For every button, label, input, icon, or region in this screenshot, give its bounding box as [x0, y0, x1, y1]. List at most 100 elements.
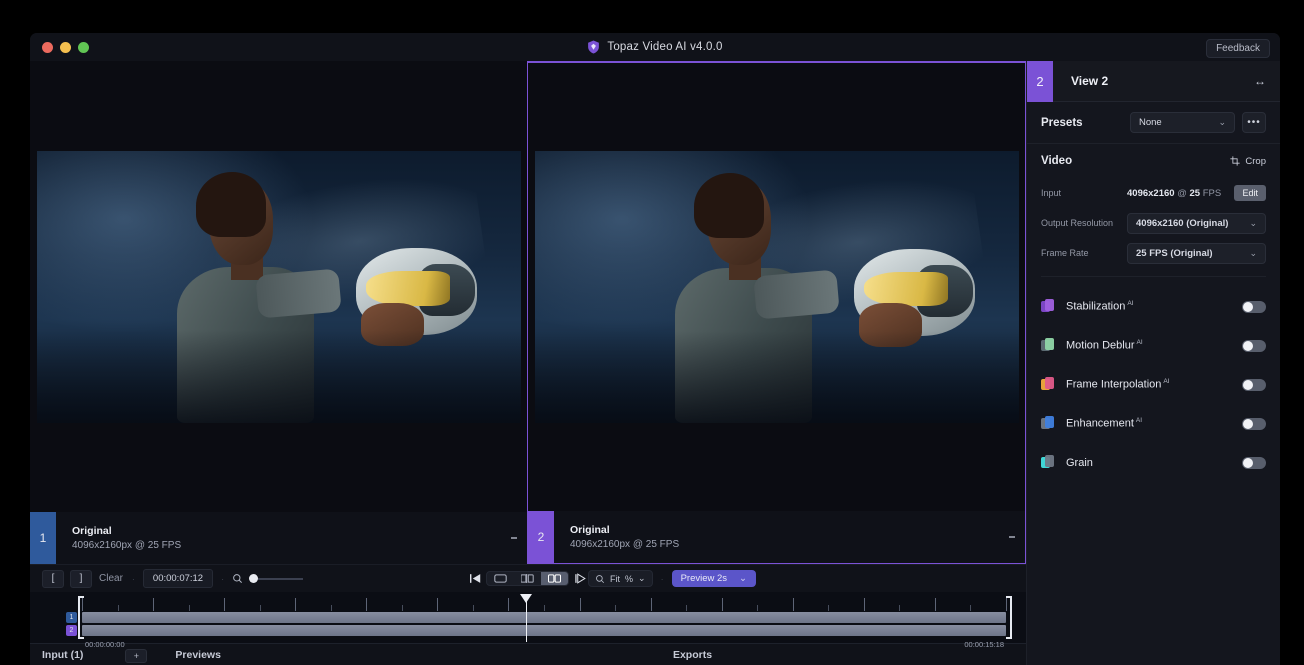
frame-rate-row: Frame Rate 25 FPS (Original) ⌄	[1041, 238, 1266, 268]
input-at: @	[1177, 187, 1187, 199]
set-in-point-button[interactable]: [	[42, 569, 64, 588]
output-resolution-select[interactable]: 4096x2160 (Original) ⌄	[1127, 212, 1266, 234]
window-title: Topaz Video AI v4.0.0	[607, 41, 723, 53]
edit-input-button[interactable]: Edit	[1234, 185, 1266, 201]
ruler-tick	[650, 598, 652, 611]
skip-to-start-icon[interactable]	[469, 573, 482, 584]
feedback-button[interactable]: Feedback	[1206, 39, 1270, 58]
preview-label: Preview 2s	[680, 573, 728, 584]
output-resolution-value: 4096x2160 (Original)	[1136, 217, 1229, 229]
input-resolution: 4096x2160	[1127, 187, 1175, 199]
tab-exports[interactable]: Exports	[673, 649, 712, 661]
filter-row-stabilization[interactable]: Stabilization AI	[1041, 287, 1266, 326]
video-frame-1	[36, 150, 521, 423]
title-center: Topaz Video AI v4.0.0	[30, 33, 1280, 61]
sidebar-view-title: View 2	[1071, 74, 1109, 88]
more-options-icon[interactable]: •••	[1242, 112, 1266, 133]
viewer-title-2: Original	[570, 524, 610, 536]
ai-badge-0: AI	[1127, 300, 1134, 308]
ruler-tick	[82, 598, 83, 611]
viewer-panel-2[interactable]: 2 Original 4096x2160px @ 25 FPS	[527, 61, 1026, 564]
zoom-fit-control[interactable]: Fit % ⌄	[588, 570, 653, 587]
filter-toggle-3[interactable]	[1242, 417, 1266, 430]
single-view-icon[interactable]	[487, 572, 514, 585]
ruler-tick	[188, 605, 190, 611]
chevron-down-icon-preview[interactable]: ⌄	[739, 573, 747, 584]
enhancement-icon	[1041, 416, 1056, 431]
ruler-tick	[934, 598, 936, 611]
filter-label-0: Stabilization AI	[1066, 300, 1134, 313]
viewer-index-1: 1	[30, 512, 56, 564]
viewer-canvas-1[interactable]	[30, 61, 527, 512]
zoom-button[interactable]	[78, 41, 89, 53]
filter-label-1: Motion Deblur AI	[1066, 339, 1143, 352]
track-badge-2: 2	[66, 625, 77, 636]
clear-range-button[interactable]: Clear	[98, 570, 124, 588]
timeline-start-time: 00:00:00:00	[85, 640, 125, 649]
timeline-playhead[interactable]	[519, 594, 532, 642]
filter-row-enhancement[interactable]: Enhancement AI	[1041, 404, 1266, 443]
timeline-track-1[interactable]	[82, 612, 1006, 623]
timeline-end-time: 00:00:15:18	[964, 640, 1004, 649]
viewer-title-1: Original	[72, 525, 112, 537]
timeline-track-2[interactable]	[82, 625, 1006, 636]
crop-button[interactable]: Crop	[1230, 156, 1266, 167]
fit-unit: %	[625, 573, 634, 584]
viewer-footer-1: 1 Original 4096x2160px @ 25 FPS	[30, 512, 527, 564]
frame-rate-select[interactable]: 25 FPS (Original) ⌄	[1127, 242, 1266, 264]
bottom-tab-bar: Input (1) + Previews Exports	[30, 643, 1026, 665]
sidebar-view-index: 2	[1027, 60, 1053, 102]
add-input-button[interactable]: +	[125, 649, 148, 663]
kebab-menu-icon-1[interactable]	[501, 512, 527, 564]
chevron-down-icon-fit[interactable]: ⌄	[638, 573, 646, 584]
transport-toolbar: [ ] Clear · 00:00:07:12 · · Fit % ⌄ · Pr…	[30, 564, 1026, 592]
magnifier-icon[interactable]	[232, 573, 243, 584]
filter-toggle-0[interactable]	[1242, 300, 1266, 313]
filter-toggle-2[interactable]	[1242, 378, 1266, 391]
timeline[interactable]: 1 2 00:00:00:00 00:00:15:18	[30, 592, 1026, 649]
crop-icon	[1230, 156, 1241, 166]
filter-row-motion-deblur[interactable]: Motion Deblur AI	[1041, 326, 1266, 365]
minimize-button[interactable]	[60, 41, 71, 53]
frame-interpolation-icon	[1041, 377, 1056, 392]
viewer-subtitle-2: 4096x2160px @ 25 FPS	[570, 539, 680, 550]
ai-badge-3: AI	[1135, 417, 1143, 425]
grain-icon	[1041, 455, 1056, 470]
set-out-point-button[interactable]: ]	[70, 569, 92, 588]
side-by-side-icon[interactable]	[541, 572, 568, 585]
tab-previews[interactable]: Previews	[175, 649, 221, 661]
filter-toggle-4[interactable]	[1242, 456, 1266, 469]
kebab-menu-icon-2[interactable]	[999, 511, 1025, 563]
tab-input[interactable]: Input (1)	[42, 649, 83, 661]
zoom-slider-track[interactable]	[258, 577, 304, 580]
ai-badge-2: AI	[1163, 378, 1170, 386]
filter-label-4: Grain	[1066, 456, 1093, 469]
filter-row-frame-interpolation[interactable]: Frame Interpolation AI	[1041, 365, 1266, 404]
close-button[interactable]	[42, 41, 53, 53]
input-key: Input	[1041, 188, 1062, 198]
ai-badge-1: AI	[1136, 339, 1143, 347]
viewer-subtitle-1: 4096x2160px @ 25 FPS	[72, 540, 182, 551]
timecode-field[interactable]: 00:00:07:12	[142, 569, 214, 588]
split-view-icon[interactable]	[514, 572, 541, 585]
viewer-panel-1[interactable]: 1 Original 4096x2160px @ 25 FPS	[30, 61, 527, 564]
window-controls	[42, 41, 89, 53]
desktop-background: Topaz Video AI v4.0.0 Feedback 1 Origina…	[0, 0, 1304, 665]
input-value: 4096x2160 @ 25 FPS	[1127, 188, 1234, 199]
presets-label: Presets	[1041, 116, 1083, 129]
timeline-zoom-slider[interactable]	[249, 574, 304, 583]
view-mode-group	[486, 571, 569, 586]
zoom-slider-knob[interactable]	[249, 574, 259, 583]
preview-button[interactable]: Preview 2s ⌄	[671, 570, 756, 587]
viewer-canvas-2[interactable]	[528, 63, 1025, 511]
presets-select[interactable]: None ⌄	[1130, 112, 1235, 133]
toolbar-divider-3: ·	[577, 573, 580, 584]
timeline-ruler[interactable]	[82, 598, 1007, 612]
ruler-tick	[401, 605, 403, 611]
expand-horizontal-icon[interactable]: ↔	[1254, 74, 1266, 88]
filter-toggle-1[interactable]	[1242, 339, 1266, 352]
filter-row-grain[interactable]: Grain	[1041, 443, 1266, 482]
topaz-shield-icon	[588, 40, 600, 54]
viewer-meta-1: Original 4096x2160px @ 25 FPS	[56, 512, 501, 564]
playhead-handle[interactable]	[519, 594, 532, 603]
